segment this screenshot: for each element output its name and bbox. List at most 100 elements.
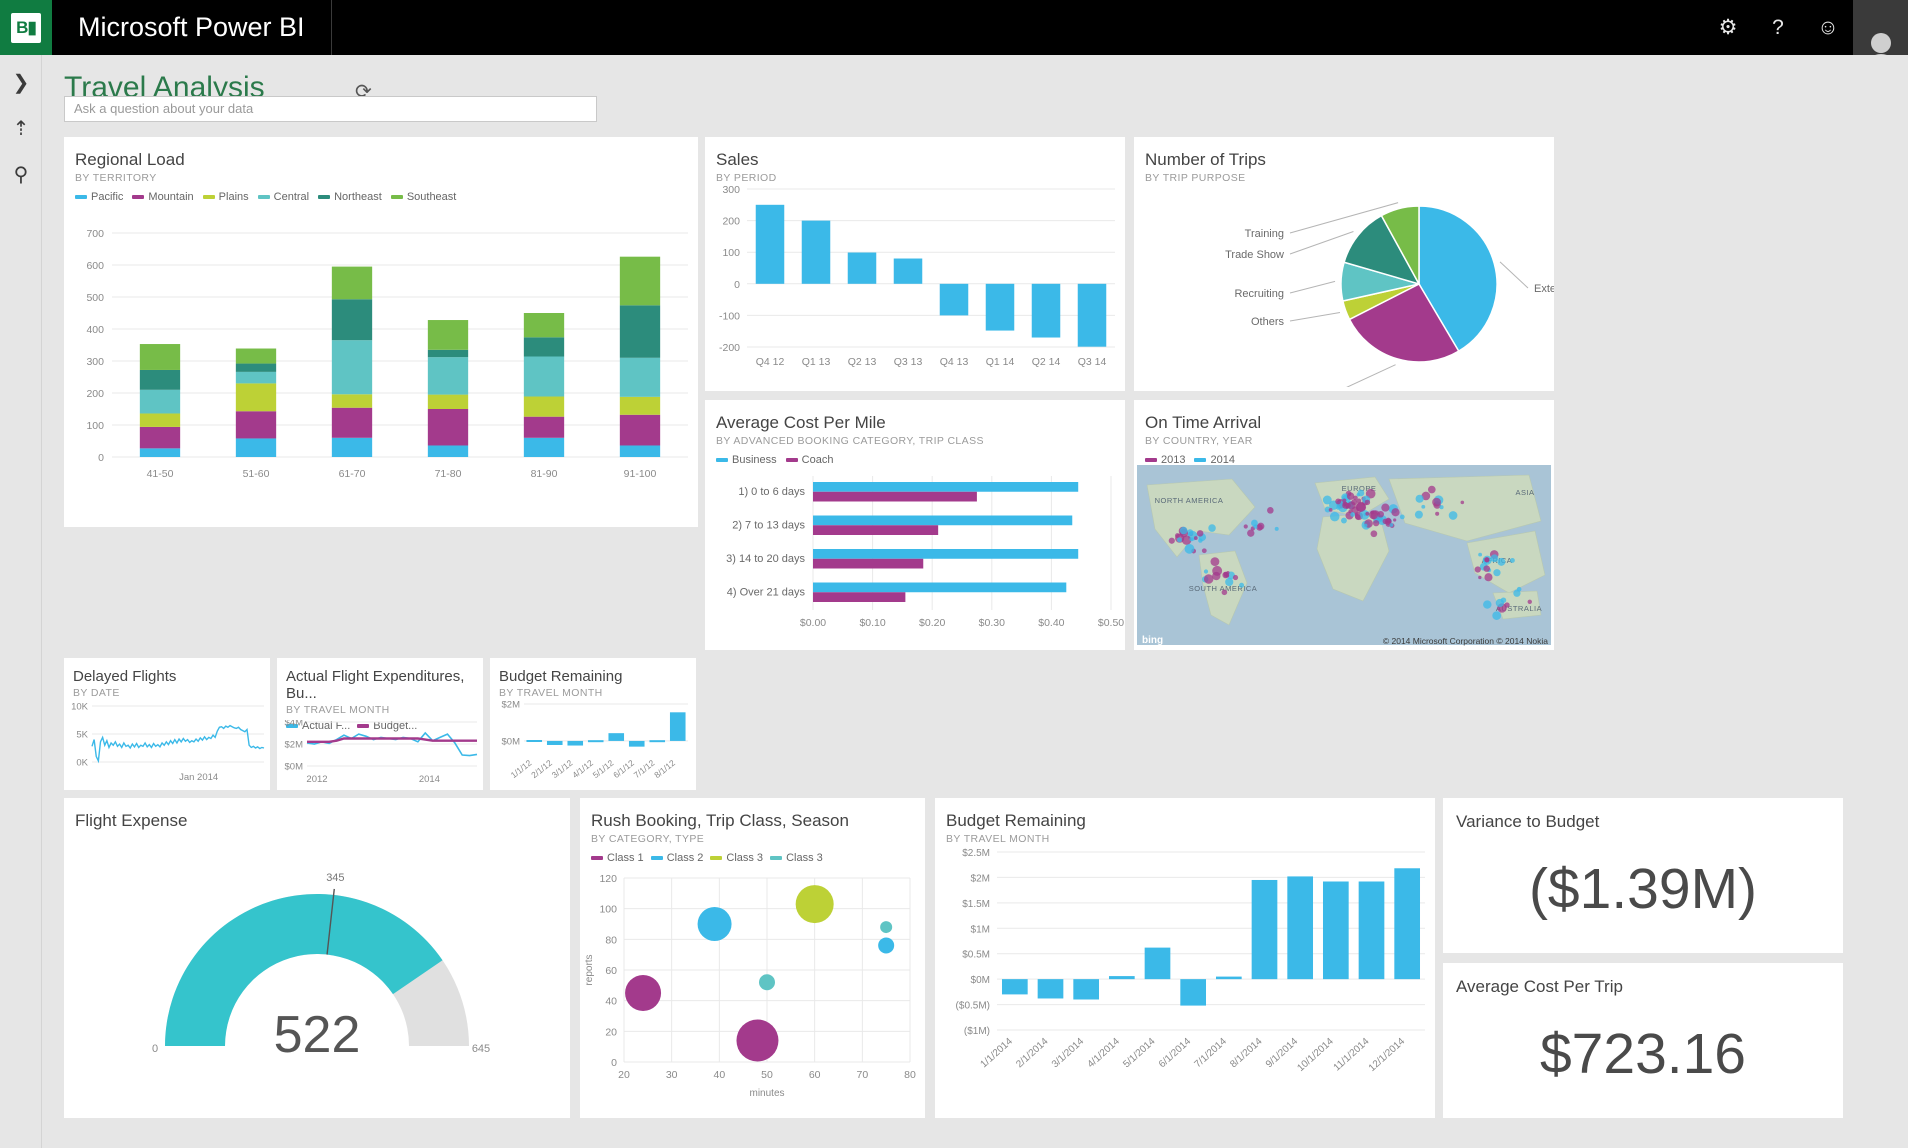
tile-rush-booking[interactable]: Rush Booking, Trip Class, Season BY CATE… (580, 798, 925, 1118)
legend-swatch (318, 195, 330, 199)
svg-text:20: 20 (605, 1026, 617, 1038)
tile-title: Variance to Budget (1456, 812, 1843, 832)
tile-regional-load[interactable]: Regional Load BY TERRITORY PacificMounta… (64, 137, 698, 527)
svg-text:4/1/12: 4/1/12 (570, 758, 595, 781)
legend-item[interactable]: Southeast (391, 191, 457, 203)
svg-text:Q2 14: Q2 14 (1032, 356, 1061, 368)
svg-text:Q2 13: Q2 13 (848, 356, 877, 368)
tile-sales[interactable]: Sales BY PERIOD 3002001000-100-200Q4 12Q… (705, 137, 1125, 391)
tile-delayed-flights[interactable]: Delayed Flights BY DATE 0K5K10KJan 2014 (64, 658, 270, 790)
legend-item[interactable]: Pacific (75, 191, 123, 203)
svg-text:50: 50 (761, 1069, 773, 1081)
svg-text:Q3 13: Q3 13 (894, 356, 923, 368)
search-icon[interactable]: ⚲ (0, 151, 42, 197)
svg-text:$0.00: $0.00 (800, 617, 826, 629)
legend-item[interactable]: Mountain (132, 191, 193, 203)
tile-average-cost-per-trip[interactable]: Average Cost Per Trip $723.16 (1443, 963, 1843, 1118)
tile-variance-to-budget[interactable]: Variance to Budget ($1.39M) (1443, 798, 1843, 953)
avatar[interactable] (1853, 0, 1908, 55)
question-icon[interactable]: ? (1753, 0, 1803, 55)
rush-booking-scatter: 02040608010012020304050607080reportsminu… (580, 870, 925, 1115)
svg-text:$2M: $2M (502, 700, 521, 711)
powerbi-logo-icon[interactable]: B▮ (0, 0, 52, 55)
app-header: B▮ Microsoft Power BI ⚙ ? ☺ (0, 0, 1908, 55)
legend-item[interactable]: Northeast (318, 191, 382, 203)
svg-text:0: 0 (152, 1043, 158, 1055)
svg-text:-200: -200 (719, 342, 740, 354)
tile-budget-remaining-large[interactable]: Budget Remaining BY TRAVEL MONTH $2.5M$2… (935, 798, 1435, 1118)
legend-item[interactable]: Class 2 (651, 852, 704, 864)
chart-legend: Pacific Mountain Plains Central Northeast Sou… (75, 191, 698, 203)
tile-title: On Time Arrival (1145, 413, 1554, 433)
tile-title: Flight Expense (75, 811, 570, 831)
svg-text:5/1/12: 5/1/12 (591, 758, 616, 781)
legend-item[interactable]: Business (716, 454, 777, 466)
svg-text:300: 300 (86, 356, 104, 368)
svg-text:Q1 13: Q1 13 (802, 356, 831, 368)
legend-item[interactable]: Central (258, 191, 309, 203)
svg-text:11/1/2014: 11/1/2014 (1332, 1036, 1372, 1074)
svg-text:($1M): ($1M) (964, 1026, 990, 1037)
legend-item[interactable]: Plains (203, 191, 249, 203)
smiley-icon[interactable]: ☺ (1803, 0, 1853, 55)
svg-text:2014: 2014 (419, 774, 440, 785)
tile-subtitle: BY COUNTRY, YEAR (1145, 435, 1554, 447)
regional-load-chart: 010020030040050060070041-5051-6061-7071-… (64, 219, 698, 519)
chart-legend: Business Coach (716, 454, 1125, 466)
tile-actual-flight-expenditures[interactable]: Actual Flight Expenditures, Bu... BY TRA… (277, 658, 483, 790)
svg-text:4/1/2014: 4/1/2014 (1086, 1036, 1123, 1071)
tile-budget-remaining-small[interactable]: Budget Remaining BY TRAVEL MONTH $0M$2M1… (490, 658, 696, 790)
svg-text:600: 600 (86, 260, 104, 272)
svg-text:2012: 2012 (306, 774, 327, 785)
pie-slice-label: Others (1251, 316, 1285, 328)
gauge-value: 522 (274, 1006, 361, 1064)
legend-label: Class 3 (726, 852, 763, 864)
svg-text:1) 0 to 6 days: 1) 0 to 6 days (738, 486, 805, 498)
chevron-right-icon[interactable]: ❯ (0, 59, 42, 105)
legend-swatch (391, 195, 403, 199)
svg-text:ASIA: ASIA (1515, 488, 1534, 497)
svg-text:91-100: 91-100 (624, 468, 657, 480)
svg-text:minutes: minutes (749, 1088, 784, 1099)
pie-slice-label: External (1534, 283, 1554, 295)
legend-label: Plains (219, 191, 249, 203)
svg-text:-100: -100 (719, 310, 740, 322)
svg-text:30: 30 (666, 1069, 678, 1081)
svg-text:200: 200 (86, 388, 104, 400)
svg-text:500: 500 (86, 292, 104, 304)
svg-text:Jan 2014: Jan 2014 (179, 772, 218, 783)
svg-text:80: 80 (904, 1069, 916, 1081)
legend-swatch (651, 856, 663, 860)
legend-label: Class 2 (667, 852, 704, 864)
tile-average-cost-per-mile[interactable]: Average Cost Per Mile BY ADVANCED BOOKIN… (705, 400, 1125, 650)
svg-text:200: 200 (722, 216, 740, 228)
tile-number-of-trips[interactable]: Number of Trips BY TRIP PURPOSE External… (1134, 137, 1554, 391)
svg-text:NORTH AMERICA: NORTH AMERICA (1155, 496, 1224, 505)
gear-icon[interactable]: ⚙ (1703, 0, 1753, 55)
legend-item[interactable]: Class 1 (591, 852, 644, 864)
svg-text:80: 80 (605, 934, 617, 946)
legend-label: Class 3 (786, 852, 823, 864)
svg-text:20: 20 (618, 1069, 630, 1081)
world-map[interactable]: NORTH AMERICASOUTH AMERICAEUROPEAFRICAAS… (1137, 465, 1551, 645)
upload-icon[interactable]: ⇡ (0, 105, 42, 151)
tile-subtitle: BY TRAVEL MONTH (286, 704, 483, 716)
tile-title: Actual Flight Expenditures, Bu... (286, 668, 483, 702)
svg-text:60: 60 (605, 965, 617, 977)
tile-on-time-arrival[interactable]: On Time Arrival BY COUNTRY, YEAR 2013201… (1134, 400, 1554, 650)
svg-text:$0.40: $0.40 (1038, 617, 1064, 629)
tile-title: Number of Trips (1145, 150, 1554, 170)
svg-text:120: 120 (599, 873, 617, 885)
tile-flight-expense[interactable]: Flight Expense 3450645522 (64, 798, 570, 1118)
svg-text:2/1/2014: 2/1/2014 (1014, 1036, 1051, 1071)
search-input[interactable]: Ask a question about your data (64, 96, 597, 122)
svg-text:1/1/12: 1/1/12 (509, 758, 534, 781)
legend-item[interactable]: Class 3 (710, 852, 763, 864)
legend-swatch (786, 458, 798, 462)
legend-swatch (1145, 458, 1157, 462)
legend-item[interactable]: Class 3 (770, 852, 823, 864)
bing-logo: bing (1142, 635, 1163, 646)
legend-item[interactable]: Coach (786, 454, 834, 466)
tile-title: Budget Remaining (499, 668, 696, 685)
svg-text:0: 0 (98, 452, 104, 464)
